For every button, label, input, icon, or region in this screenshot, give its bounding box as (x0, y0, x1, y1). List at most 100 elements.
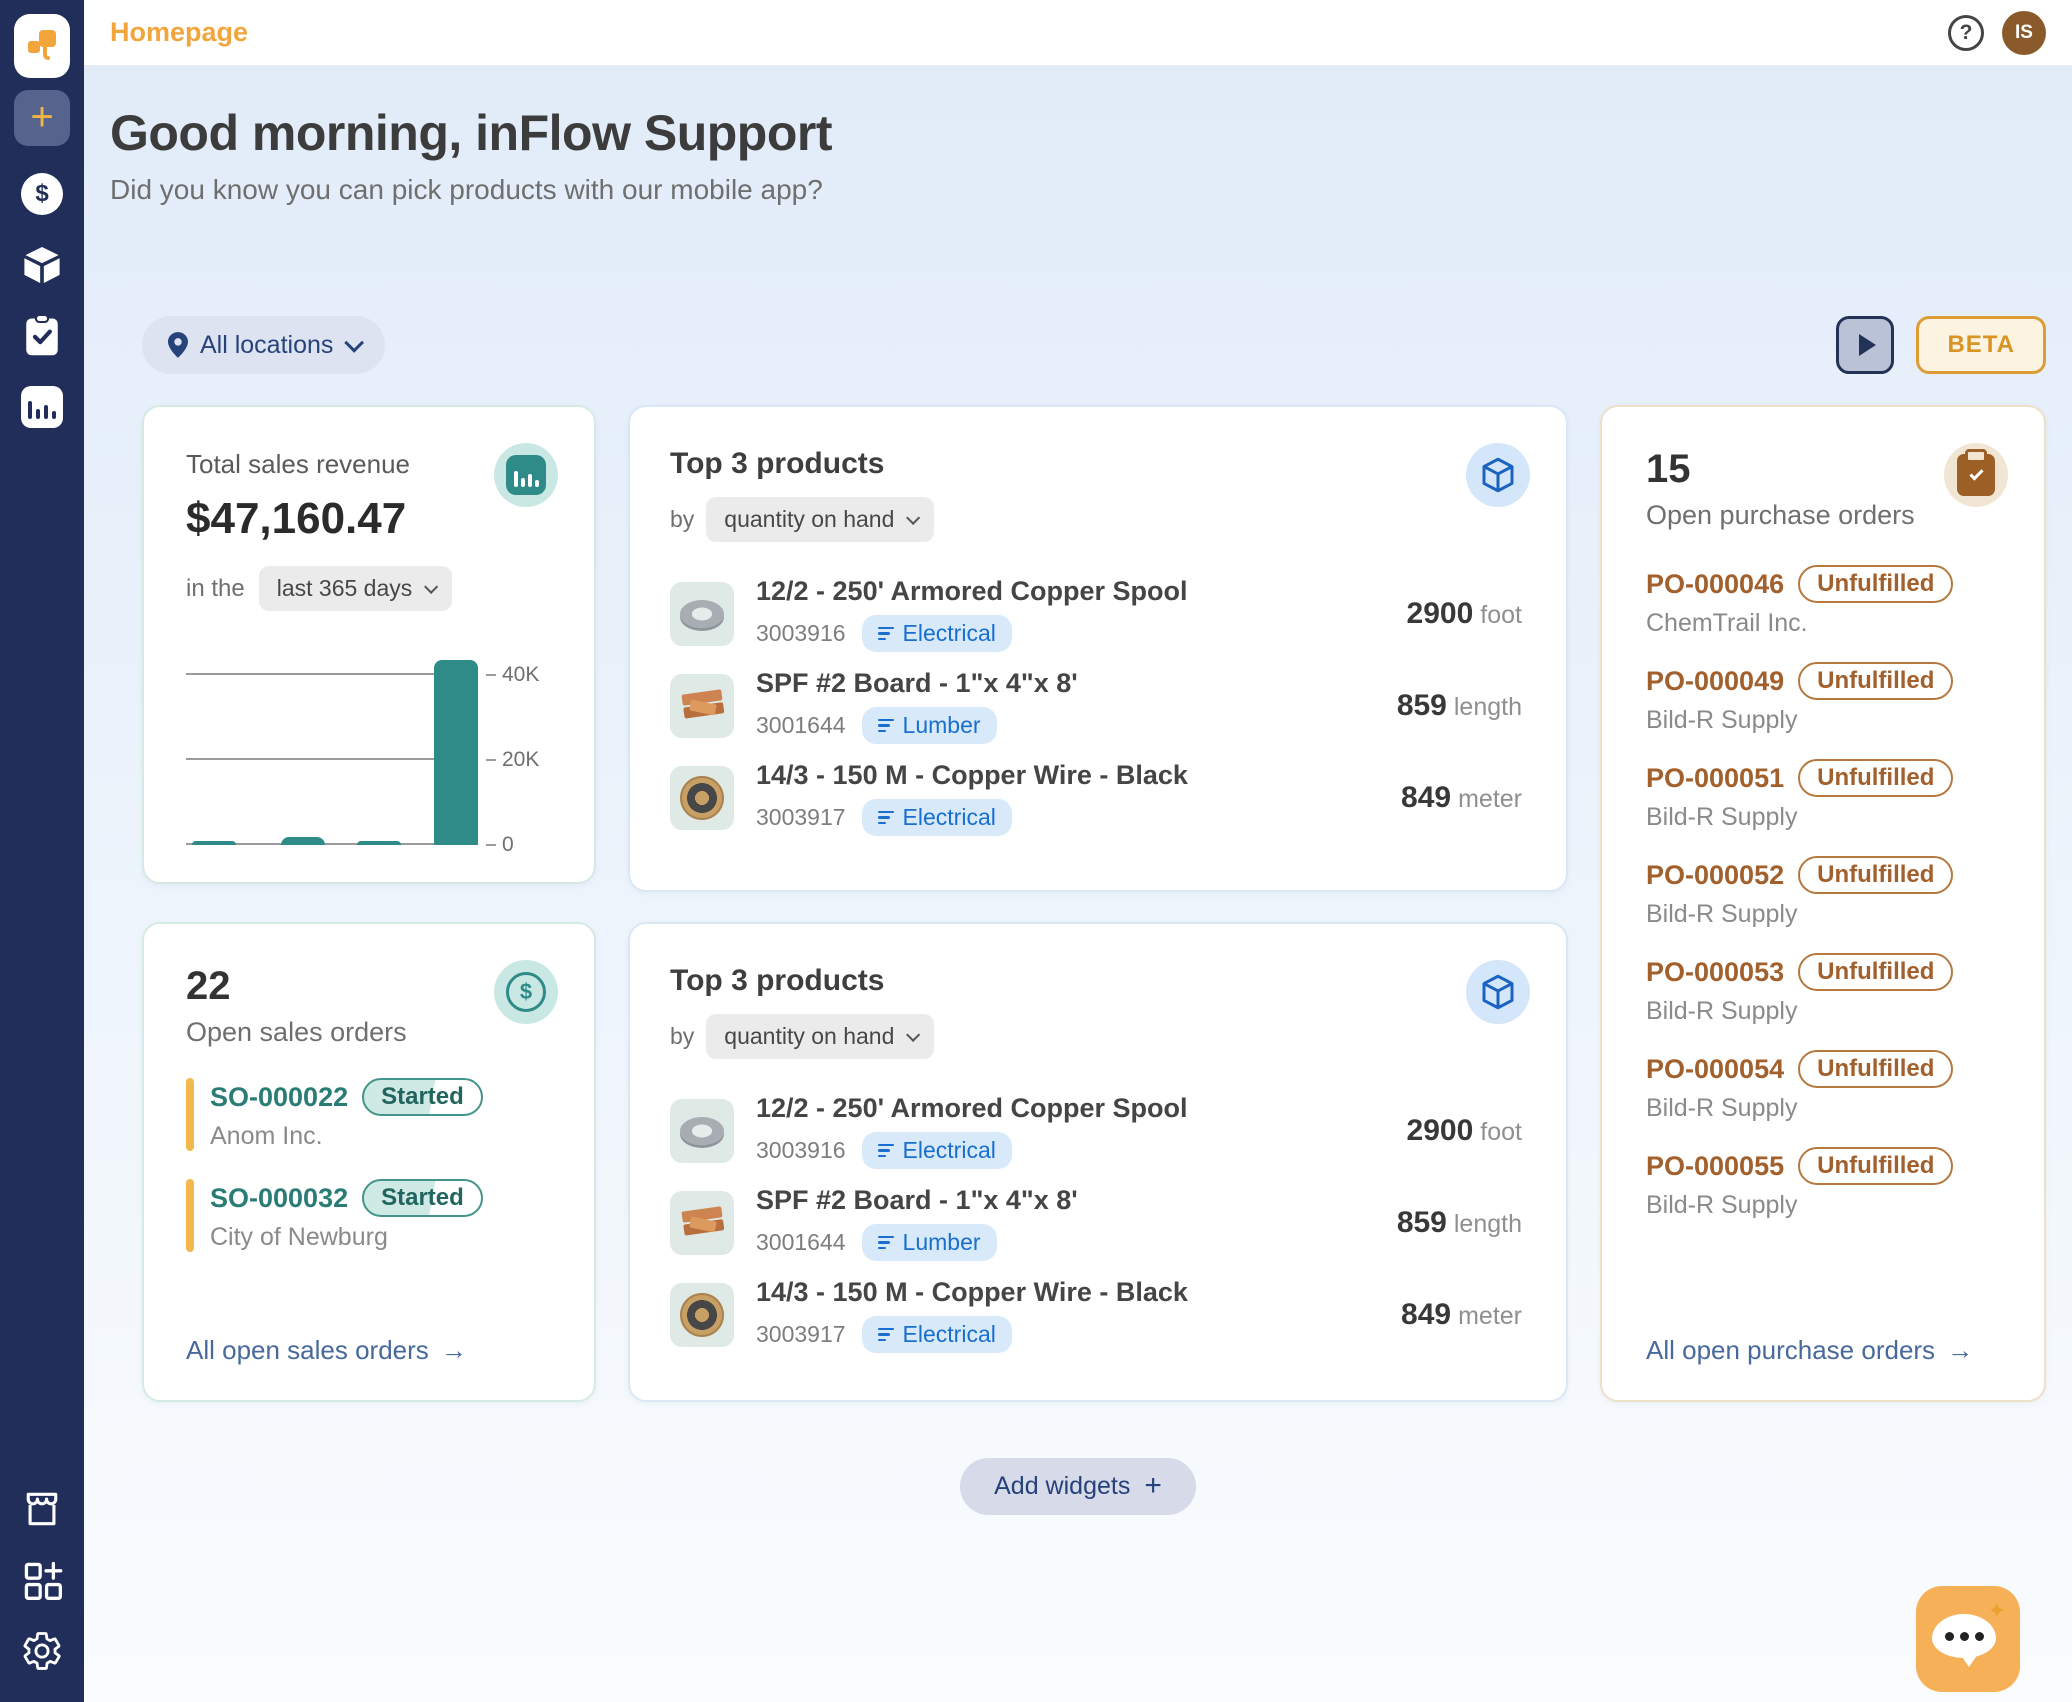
product-quantity: 849 meter (1401, 781, 1522, 815)
category-tag[interactable]: Electrical (862, 1132, 1012, 1169)
po-status-badge: Unfulfilled (1798, 662, 1953, 700)
period-dropdown[interactable]: last 365 days (259, 566, 453, 611)
so-head: SO-000022 Started (210, 1078, 483, 1116)
product-row[interactable]: 12/2 - 250' Armored Copper Spool 3003916… (670, 576, 1522, 652)
quantity-unit: length (1454, 1210, 1522, 1239)
po-number-link[interactable]: PO-000054 (1646, 1054, 1784, 1085)
quantity-unit: foot (1480, 1118, 1522, 1147)
location-filter-dropdown[interactable]: All locations (142, 316, 385, 374)
product-meta: 3001644 Lumber (756, 707, 1078, 744)
sidebar-item-add[interactable]: + (14, 90, 70, 146)
product-quantity: 2900 foot (1407, 597, 1522, 631)
topbar: Homepage ? IS (84, 0, 2072, 66)
category-label: Lumber (903, 1229, 981, 1256)
sidebar-item-widgets[interactable] (19, 1557, 65, 1603)
by-label: by (670, 1023, 694, 1050)
product-row[interactable]: SPF #2 Board - 1"x 4"x 8' 3001644 Lumber (670, 668, 1522, 744)
sidebar-item-tasks[interactable] (19, 313, 65, 359)
so-status-bar (186, 1179, 194, 1252)
dollar-icon: $ (21, 173, 63, 215)
chart-ytick-label: 20K (486, 748, 539, 772)
add-widgets-button[interactable]: Add widgets + (960, 1458, 1196, 1515)
category-icon (878, 1144, 894, 1158)
sidebar-item-settings[interactable] (19, 1628, 65, 1674)
inflow-logo-icon (25, 26, 59, 66)
so-content: SO-000022 Started Anom Inc. (210, 1078, 483, 1151)
chart-bar (281, 837, 325, 845)
category-tag[interactable]: Lumber (862, 707, 997, 744)
po-head: PO-000053 Unfulfilled (1646, 953, 2008, 991)
po-vendor: Bild-R Supply (1646, 706, 2008, 735)
sidebar-item-reports[interactable] (19, 384, 65, 430)
help-icon[interactable]: ? (1948, 15, 1984, 51)
po-number-link[interactable]: PO-000052 (1646, 860, 1784, 891)
hero: Good morning, inFlow Support Did you kno… (110, 104, 2046, 206)
product-row[interactable]: 12/2 - 250' Armored Copper Spool 3003916… (670, 1093, 1522, 1169)
top-products-card-2: Top 3 products by quantity on hand 12/2 … (628, 922, 1568, 1402)
so-number-link[interactable]: SO-000032 (210, 1183, 348, 1214)
po-vendor: Bild-R Supply (1646, 1094, 2008, 1123)
quantity-value: 2900 (1407, 597, 1474, 631)
po-number-link[interactable]: PO-000051 (1646, 763, 1784, 794)
chevron-down-icon (345, 333, 365, 353)
sidebar-item-inventory[interactable] (19, 242, 65, 288)
category-tag[interactable]: Electrical (862, 799, 1012, 836)
avatar[interactable]: IS (2002, 11, 2046, 55)
inflow-logo[interactable] (14, 14, 70, 78)
sort-dropdown[interactable]: quantity on hand (706, 497, 934, 542)
products-widget-icon (1466, 443, 1530, 507)
po-number-link[interactable]: PO-000046 (1646, 569, 1784, 600)
quantity-value: 859 (1397, 689, 1447, 723)
so-customer: City of Newburg (210, 1223, 483, 1252)
category-label: Electrical (903, 620, 996, 647)
play-button[interactable] (1836, 316, 1894, 374)
product-thumbnail (670, 1283, 734, 1347)
revenue-period-row: in the last 365 days (186, 566, 558, 611)
product-info: 12/2 - 250' Armored Copper Spool 3003916… (756, 576, 1188, 652)
product-row[interactable]: 14/3 - 150 M - Copper Wire - Black 30039… (670, 1277, 1522, 1353)
po-head: PO-000051 Unfulfilled (1646, 759, 2008, 797)
so-number-link[interactable]: SO-000022 (210, 1082, 348, 1113)
category-label: Electrical (903, 1321, 996, 1348)
sort-dropdown[interactable]: quantity on hand (706, 1014, 934, 1059)
location-pin-icon (168, 332, 188, 358)
po-number-link[interactable]: PO-000053 (1646, 957, 1784, 988)
product-name: 14/3 - 150 M - Copper Wire - Black (756, 760, 1188, 791)
po-number-link[interactable]: PO-000055 (1646, 1151, 1784, 1182)
product-name: SPF #2 Board - 1"x 4"x 8' (756, 1185, 1078, 1216)
category-tag[interactable]: Electrical (862, 1316, 1012, 1353)
product-row[interactable]: 14/3 - 150 M - Copper Wire - Black 30039… (670, 760, 1522, 836)
sparkle-icon: ✦ (1988, 1598, 2006, 1624)
page-title: Homepage (110, 17, 248, 48)
po-row: PO-000049 Unfulfilled Bild-R Supply (1646, 662, 2008, 735)
chat-bubble-icon (1932, 1614, 1996, 1658)
po-vendor: Bild-R Supply (1646, 803, 2008, 832)
chevron-down-icon (906, 510, 920, 524)
widgets-add-icon (20, 1558, 64, 1602)
sidebar-item-showroom[interactable] (19, 1486, 65, 1532)
play-icon (1859, 334, 1876, 356)
all-purchase-orders-link[interactable]: All open purchase orders → (1646, 1335, 2008, 1366)
total-sales-revenue-card: Total sales revenue $47,160.47 in the la… (142, 405, 596, 884)
chat-launcher[interactable]: ✦ (1916, 1586, 2020, 1692)
open-purchase-orders-card: 15 Open purchase orders PO-000046 Unfulf… (1600, 405, 2046, 1402)
product-quantity: 859 length (1397, 689, 1522, 723)
sidebar-item-sales[interactable]: $ (19, 171, 65, 217)
product-name: 12/2 - 250' Armored Copper Spool (756, 1093, 1188, 1124)
product-sku: 3003916 (756, 1137, 846, 1164)
so-widget-icon: $ (494, 960, 558, 1024)
po-vendor: ChemTrail Inc. (1646, 609, 2008, 638)
category-tag[interactable]: Lumber (862, 1224, 997, 1261)
category-tag[interactable]: Electrical (862, 615, 1012, 652)
so-list: SO-000022 Started Anom Inc. SO-000032 (186, 1078, 558, 1252)
plus-icon: + (30, 97, 53, 137)
beta-button[interactable]: BETA (1916, 316, 2046, 374)
product-info: SPF #2 Board - 1"x 4"x 8' 3001644 Lumber (756, 1185, 1078, 1261)
main-content: Good morning, inFlow Support Did you kno… (84, 66, 2072, 1702)
po-row: PO-000046 Unfulfilled ChemTrail Inc. (1646, 565, 2008, 638)
po-status-badge: Unfulfilled (1798, 565, 1953, 603)
product-row[interactable]: SPF #2 Board - 1"x 4"x 8' 3001644 Lumber (670, 1185, 1522, 1261)
add-widgets-row: Add widgets + (110, 1458, 2046, 1515)
po-number-link[interactable]: PO-000049 (1646, 666, 1784, 697)
all-sales-orders-link[interactable]: All open sales orders → (186, 1335, 558, 1366)
